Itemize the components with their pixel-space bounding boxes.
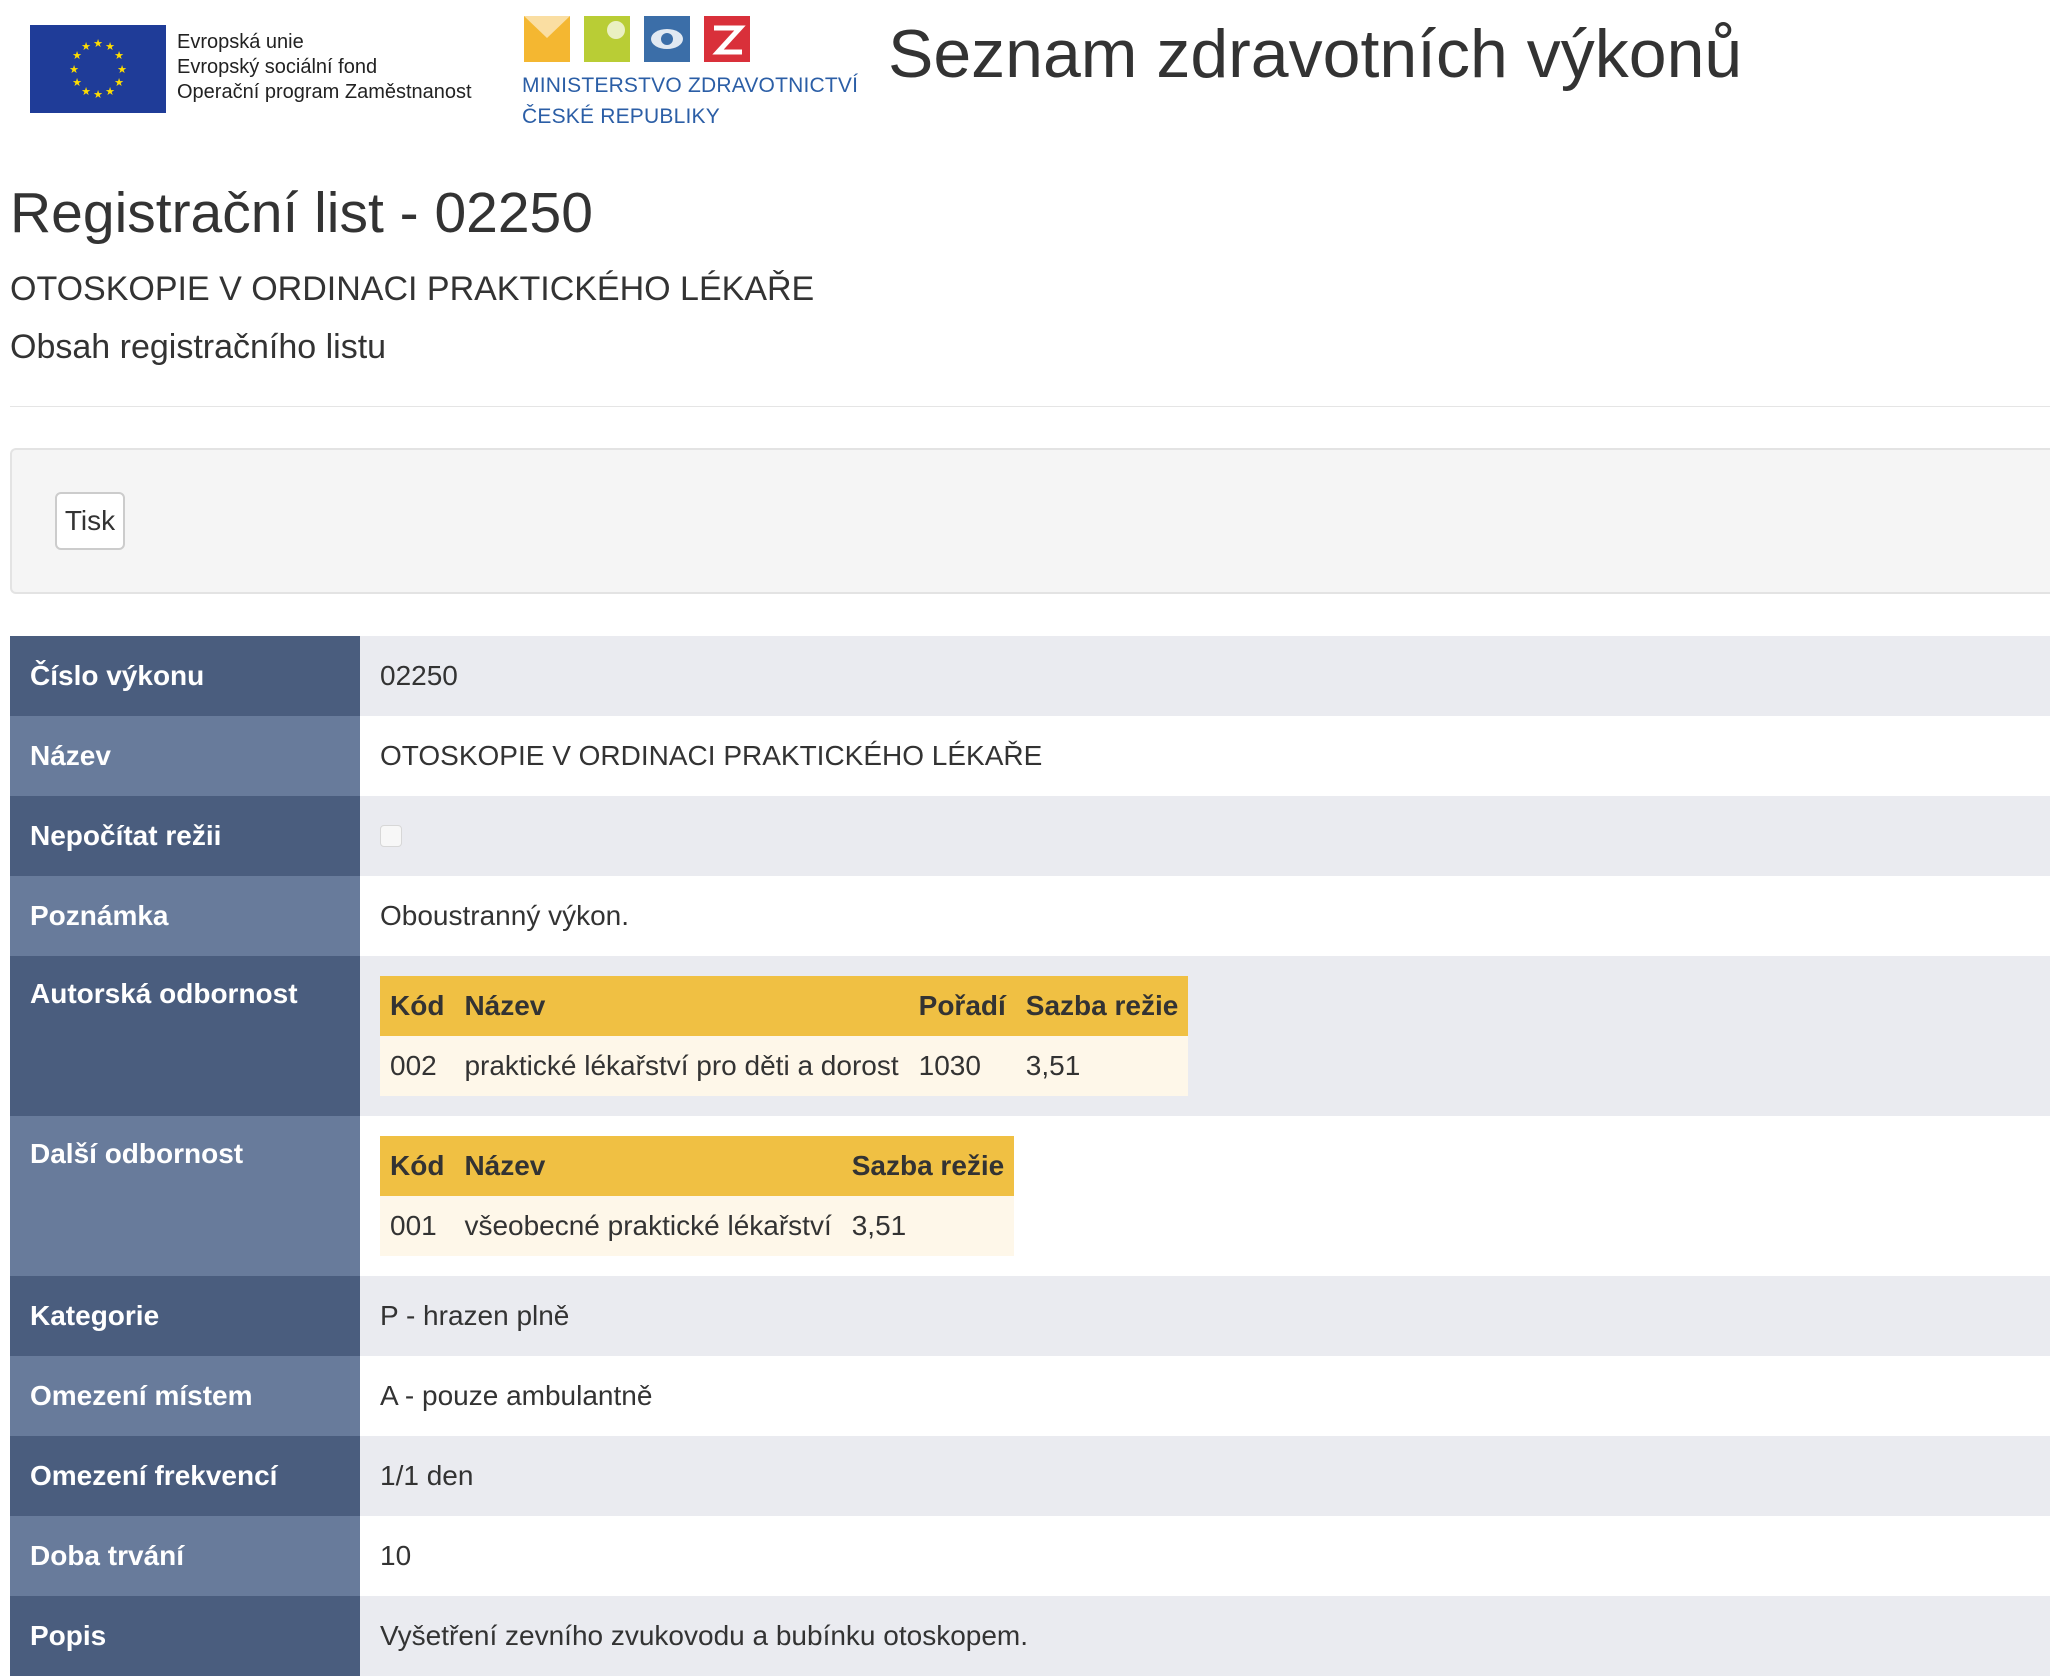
table-header-row: Kód Název Sazba režie <box>380 1136 1015 1196</box>
table-header-row: Kód Název Pořadí Sazba režie <box>380 976 1189 1036</box>
detail-label: Popis <box>10 1596 360 1676</box>
detail-label: Nepočítat režii <box>10 796 360 876</box>
cell-sazba: 3,51 <box>1015 1036 1189 1096</box>
nepocitat-rezii-checkbox[interactable] <box>380 824 402 847</box>
svg-text:★: ★ <box>93 88 103 101</box>
ministry-logo: MINISTERSTVO ZDRAVOTNICTVÍ ČESKÉ REPUBLI… <box>520 14 865 129</box>
detail-value: 02250 <box>360 636 2050 716</box>
detail-label: Další odbornost <box>10 1116 360 1276</box>
toolbar: Tisk <box>10 448 2050 594</box>
detail-value: Oboustranný výkon. <box>360 876 2050 956</box>
site-title: Seznam zdravotních výkonů <box>888 16 1743 92</box>
svg-text:★: ★ <box>114 76 124 89</box>
detail-row-nazev: Název OTOSKOPIE V ORDINACI PRAKTICKÉHO L… <box>10 716 2050 796</box>
autorska-odbornost-table: Kód Název Pořadí Sazba režie 002 praktic… <box>380 976 1189 1096</box>
table-row: 001 všeobecné praktické lékařství 3,51 <box>380 1196 1015 1256</box>
cell-kod: 002 <box>380 1036 455 1096</box>
detail-value <box>360 796 2050 876</box>
print-button[interactable]: Tisk <box>55 492 125 550</box>
svg-text:★: ★ <box>105 85 115 98</box>
column-header-kod: Kód <box>380 976 455 1036</box>
svg-text:★: ★ <box>81 85 91 98</box>
detail-row-dalsi-odbornost: Další odbornost Kód Název Sazba režie 00… <box>10 1116 2050 1276</box>
ministry-emblem-icon <box>522 14 752 66</box>
cell-sazba: 3,51 <box>841 1196 1015 1256</box>
detail-row-popis: Popis Vyšetření zevního zvukovodu a bubí… <box>10 1596 2050 1676</box>
detail-value: P - hrazen plně <box>360 1276 2050 1356</box>
column-header-sazba: Sazba režie <box>841 1136 1015 1196</box>
detail-row-doba-trvani: Doba trvání 10 <box>10 1516 2050 1596</box>
detail-label: Poznámka <box>10 876 360 956</box>
detail-row-omezeni-frekvenci: Omezení frekvencí 1/1 den <box>10 1436 2050 1516</box>
svg-text:★: ★ <box>114 49 124 62</box>
detail-row-poznamka: Poznámka Oboustranný výkon. <box>10 876 2050 956</box>
detail-row-nepocitat-rezii: Nepočítat režii <box>10 796 2050 876</box>
detail-row-autorska-odbornost: Autorská odbornost Kód Název Pořadí Sazb… <box>10 956 2050 1116</box>
ministry-logo-line: ČESKÉ REPUBLIKY <box>522 105 720 128</box>
detail-value: A - pouze ambulantně <box>360 1356 2050 1436</box>
detail-label: Doba trvání <box>10 1516 360 1596</box>
detail-label: Číslo výkonu <box>10 636 360 716</box>
eu-logo-line: Operační program Zaměstnanost <box>177 81 472 103</box>
svg-text:★: ★ <box>93 37 103 50</box>
column-header-nazev: Název <box>454 976 909 1036</box>
ministry-logo-text: MINISTERSTVO ZDRAVOTNICTVÍ ČESKÉ REPUBLI… <box>522 70 858 132</box>
page-title: Registrační list - 02250 <box>10 181 593 245</box>
detail-value: Vyšetření zevního zvukovodu a bubínku ot… <box>360 1596 2050 1676</box>
svg-text:★: ★ <box>72 76 82 89</box>
eu-flag-icon: ★ ★ ★ ★ ★ ★ ★ ★ ★ ★ ★ ★ <box>30 25 166 113</box>
detail-label: Omezení frekvencí <box>10 1436 360 1516</box>
cell-nazev: všeobecné praktické lékařství <box>454 1196 842 1256</box>
eu-logo-line: Evropský sociální fond <box>177 56 378 78</box>
column-header-sazba: Sazba režie <box>1015 976 1189 1036</box>
cell-kod: 001 <box>380 1196 455 1256</box>
svg-text:★: ★ <box>81 40 91 53</box>
table-row: 002 praktické lékařství pro děti a doros… <box>380 1036 1189 1096</box>
procedure-name-heading: OTOSKOPIE V ORDINACI PRAKTICKÉHO LÉKAŘE <box>10 270 815 308</box>
detail-row-omezeni-mistem: Omezení místem A - pouze ambulantně <box>10 1356 2050 1436</box>
detail-label: Autorská odbornost <box>10 956 360 1116</box>
eu-logo-text: Evropská unie Evropský sociální fond Ope… <box>177 30 472 105</box>
column-header-kod: Kód <box>380 1136 455 1196</box>
detail-value: Kód Název Pořadí Sazba režie 002 praktic… <box>360 956 2050 1116</box>
divider <box>10 406 2050 407</box>
svg-text:★: ★ <box>117 63 127 76</box>
page: ★ ★ ★ ★ ★ ★ ★ ★ ★ ★ ★ ★ Evropská unie Ev… <box>0 0 2050 1676</box>
detail-value: 10 <box>360 1516 2050 1596</box>
detail-value: OTOSKOPIE V ORDINACI PRAKTICKÉHO LÉKAŘE <box>360 716 2050 796</box>
detail-row-cislo-vykonu: Číslo výkonu 02250 <box>10 636 2050 716</box>
detail-row-kategorie: Kategorie P - hrazen plně <box>10 1276 2050 1356</box>
detail-label: Kategorie <box>10 1276 360 1356</box>
dalsi-odbornost-table: Kód Název Sazba režie 001 všeobecné prak… <box>380 1136 1015 1256</box>
detail-value: Kód Název Sazba režie 001 všeobecné prak… <box>360 1116 2050 1276</box>
eu-logo-line: Evropská unie <box>177 31 304 53</box>
section-heading: Obsah registračního listu <box>10 328 387 366</box>
svg-text:★: ★ <box>69 63 79 76</box>
cell-poradi: 1030 <box>908 1036 1016 1096</box>
detail-label: Omezení místem <box>10 1356 360 1436</box>
eu-esf-logo: ★ ★ ★ ★ ★ ★ ★ ★ ★ ★ ★ ★ Evropská unie Ev… <box>30 25 490 115</box>
column-header-poradi: Pořadí <box>908 976 1016 1036</box>
detail-label: Název <box>10 716 360 796</box>
detail-value: 1/1 den <box>360 1436 2050 1516</box>
site-header: ★ ★ ★ ★ ★ ★ ★ ★ ★ ★ ★ ★ Evropská unie Ev… <box>0 0 2050 140</box>
registration-detail-table: Číslo výkonu 02250 Název OTOSKOPIE V ORD… <box>10 636 2050 1676</box>
ministry-logo-line: MINISTERSTVO ZDRAVOTNICTVÍ <box>522 74 859 97</box>
column-header-nazev: Název <box>454 1136 842 1196</box>
cell-nazev: praktické lékařství pro děti a dorost <box>454 1036 909 1096</box>
